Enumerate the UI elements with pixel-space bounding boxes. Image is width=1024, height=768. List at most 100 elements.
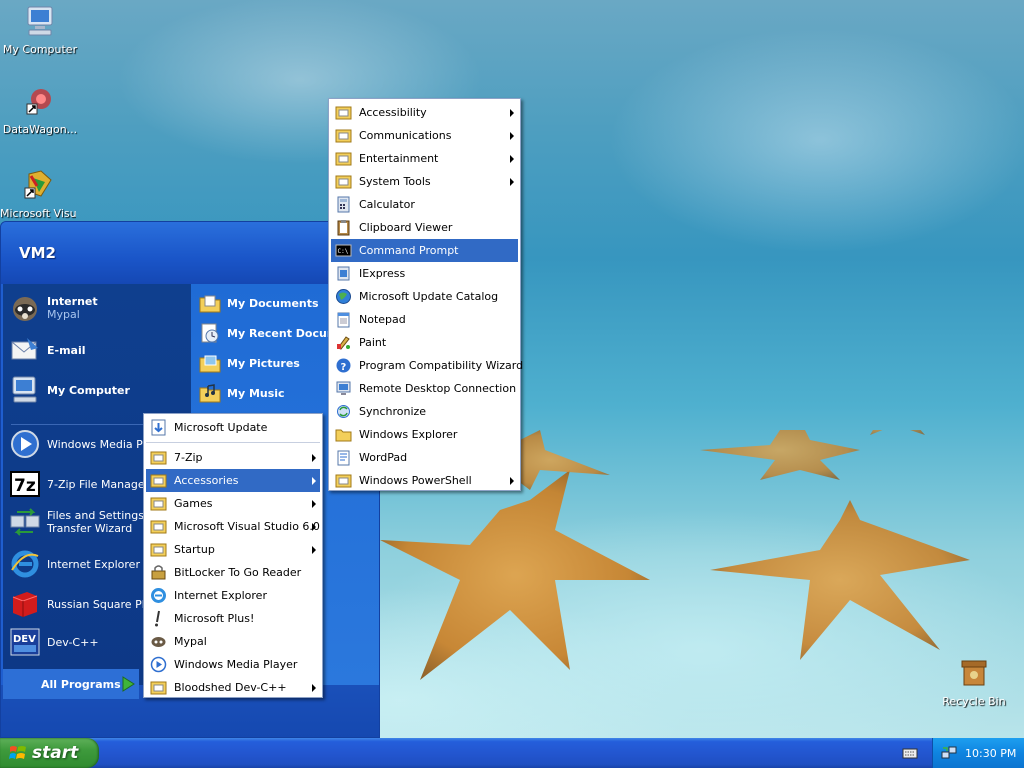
wordpad-icon (337, 450, 350, 466)
menu-item-bloodshed-dev-cpp[interactable]: Bloodshed Dev-C++ (146, 676, 320, 699)
menu-item-label: Paint (359, 336, 387, 349)
menu-item-windows-powershell[interactable]: Windows PowerShell (331, 469, 518, 492)
program-group-icon (150, 497, 167, 511)
menu-item-wordpad[interactable]: WordPad (331, 446, 518, 469)
menu-item-calculator[interactable]: Calculator (331, 193, 518, 216)
media-player-icon (150, 656, 167, 673)
menu-item-clipboard-viewer[interactable]: Clipboard Viewer (331, 216, 518, 239)
menu-item-synchronize[interactable]: Synchronize (331, 400, 518, 423)
desktop-icon-label: Microsoft Visual (0, 207, 76, 220)
menu-item-visual-studio[interactable]: Microsoft Visual Studio 6.0 (146, 515, 320, 538)
menu-item-games[interactable]: Games (146, 492, 320, 515)
desktop-icon-recycle-bin[interactable]: Recycle Bin (936, 656, 1012, 708)
notepad-icon (337, 312, 350, 328)
menu-item-windows-explorer[interactable]: Windows Explorer (331, 423, 518, 446)
menu-item-label: Entertainment (359, 152, 439, 165)
right-my-pictures[interactable]: My Pictures (199, 352, 300, 374)
start-menu-header: VM2 (1, 222, 379, 284)
desktop-icon-microsoft-visual[interactable]: Microsoft Visual (0, 168, 76, 220)
arrow-right-icon (122, 676, 135, 692)
right-item-label: My Pictures (227, 356, 300, 370)
desktop-icon-label: DataWagon... (2, 123, 78, 136)
program-group-icon (335, 175, 352, 189)
menu-item-7zip[interactable]: 7-Zip (146, 446, 320, 469)
menu-item-label: Program Compatibility Wizard (359, 359, 524, 372)
all-programs-button[interactable]: All Programs (3, 669, 139, 699)
submenu-arrow-icon (510, 477, 514, 485)
recent-label: Dev-C++ (47, 635, 99, 649)
program-group-icon (150, 520, 167, 534)
pinned-my-computer[interactable]: My Computer (9, 374, 130, 406)
submenu-arrow-icon (510, 132, 514, 140)
microsoft-plus-icon (155, 610, 160, 627)
right-item-label: My Music (227, 386, 285, 400)
pinned-email[interactable]: E-mail (9, 334, 86, 366)
menu-item-system-tools[interactable]: System Tools (331, 170, 518, 193)
start-label: start (32, 743, 79, 763)
clock[interactable]: 10:30 PM (965, 747, 1016, 760)
menu-item-program-compatibility-wizard[interactable]: ? Program Compatibility Wizard (331, 354, 523, 377)
submenu-arrow-icon (312, 454, 316, 462)
submenu-arrow-icon (510, 178, 514, 186)
submenu-arrow-icon (312, 523, 316, 531)
windows-logo-icon (9, 746, 26, 759)
menu-item-notepad[interactable]: Notepad (331, 308, 518, 331)
recent-documents-icon (201, 323, 219, 343)
submenu-arrow-icon (312, 477, 316, 485)
menu-item-microsoft-plus[interactable]: Microsoft Plus! (146, 607, 320, 630)
menu-item-label: System Tools (359, 175, 431, 188)
bitlocker-icon (151, 565, 166, 580)
mypal-icon (13, 297, 37, 321)
menu-item-accessories[interactable]: Accessories (146, 469, 320, 492)
desktop-icon-my-computer[interactable]: My Computer (2, 4, 78, 56)
menu-item-label: Accessibility (359, 106, 427, 119)
svg-text:7z: 7z (14, 476, 36, 496)
menu-item-bitlocker[interactable]: BitLocker To Go Reader (146, 561, 320, 584)
menu-item-label: Microsoft Plus! (174, 612, 255, 625)
menu-item-paint[interactable]: Paint (331, 331, 518, 354)
user-name: VM2 (19, 244, 56, 262)
right-my-music[interactable]: My Music (199, 382, 285, 404)
desktop-icon-datawagon[interactable]: DataWagon... (2, 84, 78, 136)
menu-item-label: IExpress (359, 267, 406, 280)
recent-label: Russian Square Plus (47, 597, 158, 611)
pinned-subtitle: Mypal (47, 308, 80, 321)
datawagon-icon (26, 89, 51, 115)
russian-square-icon (12, 592, 38, 617)
menu-item-label: Notepad (359, 313, 406, 326)
menu-item-microsoft-update-catalog[interactable]: Microsoft Update Catalog (331, 285, 518, 308)
system-tray: 10:30 PM (932, 738, 1024, 768)
menu-item-windows-media-player[interactable]: Windows Media Player (146, 653, 320, 676)
windows-update-icon (151, 419, 166, 436)
start-button[interactable]: start (0, 738, 99, 768)
menu-item-entertainment[interactable]: Entertainment (331, 147, 518, 170)
menu-item-mypal[interactable]: Mypal (146, 630, 320, 653)
media-player-icon (11, 430, 39, 458)
7zip-icon: 7z (10, 471, 40, 497)
menu-item-communications[interactable]: Communications (331, 124, 518, 147)
pinned-title: My Computer (47, 383, 130, 397)
svg-text:C:\: C:\ (338, 248, 349, 255)
pinned-internet[interactable]: Internet Mypal (9, 292, 98, 324)
program-group-icon (150, 474, 167, 488)
visual-studio-icon (24, 170, 52, 199)
menu-item-label: Communications (359, 129, 452, 142)
menu-item-label: Bloodshed Dev-C++ (174, 681, 287, 694)
menu-item-label: BitLocker To Go Reader (174, 566, 302, 579)
menu-item-microsoft-update[interactable]: Microsoft Update (146, 416, 320, 439)
network-icon[interactable] (941, 746, 957, 760)
menu-item-internet-explorer[interactable]: Internet Explorer (146, 584, 320, 607)
menu-item-command-prompt[interactable]: C:\ Command Prompt (331, 239, 518, 262)
menu-item-label: Clipboard Viewer (359, 221, 453, 234)
svg-text:?: ? (341, 362, 347, 373)
keyboard-icon[interactable] (902, 746, 918, 760)
menu-item-accessibility[interactable]: Accessibility (331, 101, 518, 124)
menu-item-iexpress[interactable]: IExpress (331, 262, 518, 285)
menu-item-startup[interactable]: Startup (146, 538, 320, 561)
desktop-icon-label: My Computer (2, 43, 78, 56)
menu-item-label: Microsoft Update (174, 421, 268, 434)
right-my-documents[interactable]: My Documents (199, 292, 319, 314)
menu-item-remote-desktop[interactable]: Remote Desktop Connection (331, 377, 518, 400)
paint-icon (337, 336, 350, 350)
pinned-title: Internet (47, 295, 98, 308)
